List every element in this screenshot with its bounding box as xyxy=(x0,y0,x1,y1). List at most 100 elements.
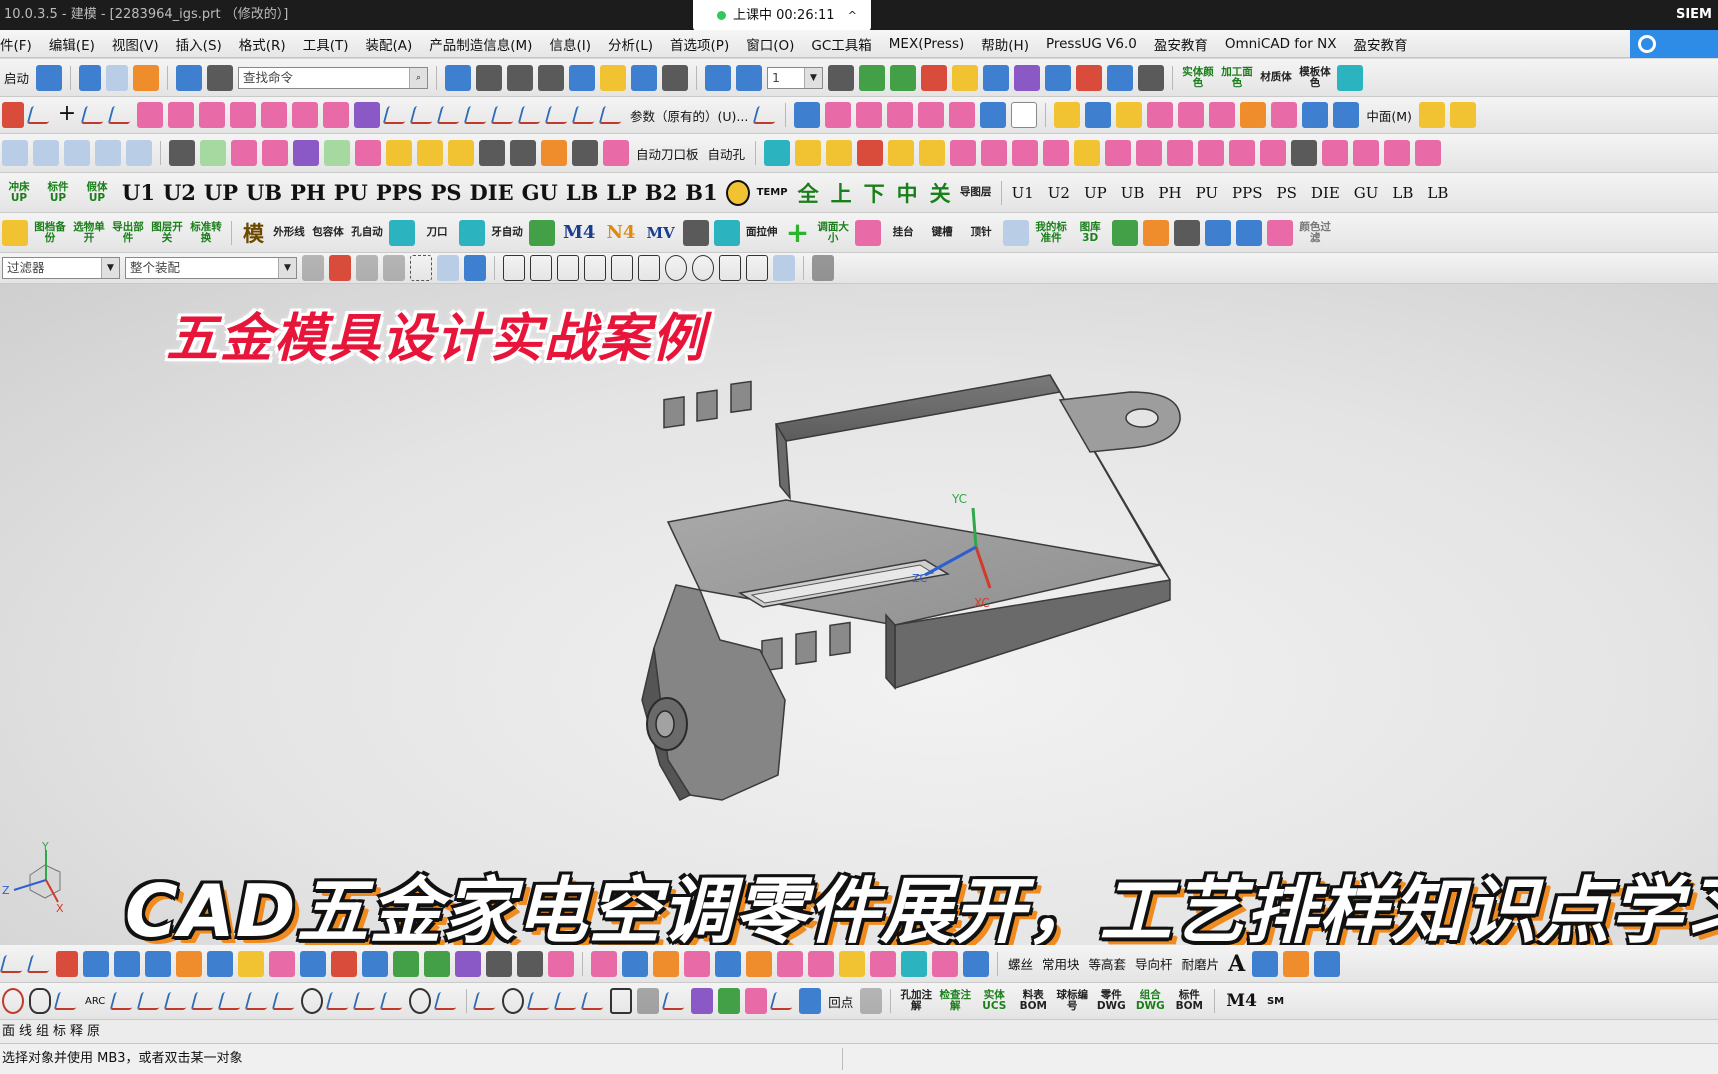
plate-button[interactable]: U2 xyxy=(160,180,199,205)
cube-view-icon[interactable] xyxy=(569,64,596,91)
update-icon[interactable] xyxy=(510,140,536,166)
snap-solid-icon[interactable] xyxy=(464,255,486,281)
shape-20-icon[interactable] xyxy=(684,950,710,977)
shape-4-icon[interactable] xyxy=(176,950,202,977)
corner-icon[interactable] xyxy=(109,992,137,1010)
angle-icon[interactable] xyxy=(190,992,218,1010)
key-slot-button[interactable]: 键槽 xyxy=(925,227,959,238)
angle-2-icon[interactable] xyxy=(244,992,272,1010)
extrude-icon[interactable] xyxy=(168,102,194,128)
backup-button[interactable]: 图档备份 xyxy=(33,221,67,244)
die-tool-5-icon[interactable] xyxy=(126,140,152,166)
map-layer-button[interactable]: 导图层 xyxy=(959,187,993,198)
green-curve-icon[interactable] xyxy=(718,988,741,1014)
sketch-icon[interactable] xyxy=(137,102,163,128)
plot-icon[interactable] xyxy=(538,64,565,91)
fit-view-icon[interactable] xyxy=(445,64,472,91)
chevron-up-icon[interactable]: ^ xyxy=(848,0,857,31)
book-open-icon[interactable] xyxy=(1003,219,1030,246)
sm-button[interactable]: SM xyxy=(1265,996,1286,1007)
navigator-bar[interactable]: 面线组标释原 xyxy=(0,1020,1718,1044)
cylinder-icon[interactable] xyxy=(1085,102,1112,128)
line-tool-1-icon[interactable] xyxy=(0,954,27,973)
start-menu[interactable]: 启动 xyxy=(2,68,31,87)
select-open-button[interactable]: 选物单开 xyxy=(72,221,106,244)
plate-button[interactable]: UP xyxy=(201,180,241,205)
trim-body-icon[interactable] xyxy=(323,102,349,128)
revolve-icon[interactable] xyxy=(199,102,225,128)
layer-toggle-button[interactable]: 全 xyxy=(795,178,822,208)
shape-23-icon[interactable] xyxy=(777,950,803,977)
window-icon[interactable] xyxy=(207,64,234,91)
step-icon[interactable] xyxy=(417,140,443,166)
point-on-curve-icon[interactable] xyxy=(553,992,581,1010)
circle-2-icon[interactable] xyxy=(409,988,432,1014)
plate-move-button[interactable]: PS xyxy=(1275,184,1299,202)
layer-toggle-button[interactable]: 关 xyxy=(927,178,954,208)
recording-indicator[interactable]: 上课中 00:26:11 ^ xyxy=(693,0,871,31)
snap-icon[interactable] xyxy=(983,64,1010,91)
arrow-select-2-icon[interactable] xyxy=(383,255,405,281)
shape-6-icon[interactable] xyxy=(238,950,264,977)
join-curve-icon[interactable] xyxy=(517,106,545,124)
save-icon[interactable] xyxy=(36,64,63,91)
curve-tool-icon[interactable] xyxy=(53,992,81,1010)
menu-item[interactable]: 视图(V) xyxy=(112,34,159,54)
csys-icon[interactable] xyxy=(890,64,917,91)
circle-center-icon[interactable] xyxy=(2,988,24,1014)
plate-a-icon[interactable] xyxy=(795,140,822,166)
red-block-icon[interactable] xyxy=(855,219,882,246)
menu-item[interactable]: 信息(I) xyxy=(549,34,591,54)
shape-19-icon[interactable] xyxy=(653,950,679,977)
plate-button[interactable]: UB xyxy=(243,180,285,205)
snap-point-icon[interactable] xyxy=(719,255,741,281)
redo-icon[interactable] xyxy=(106,64,129,91)
paint-icon[interactable] xyxy=(1205,219,1232,246)
shape-25-icon[interactable] xyxy=(839,950,865,977)
shape-13-icon[interactable] xyxy=(455,950,481,977)
hanger-icon[interactable] xyxy=(324,140,350,166)
press-up-button[interactable]: 冲床UP xyxy=(2,181,36,204)
plate-button[interactable]: PH xyxy=(287,180,329,205)
print-icon[interactable] xyxy=(507,64,534,91)
menu-item[interactable]: 装配(A) xyxy=(365,34,412,54)
shape-24-icon[interactable] xyxy=(808,950,834,977)
plate-p-icon[interactable] xyxy=(1260,140,1287,166)
arc-button[interactable]: ARC xyxy=(83,996,107,1007)
plate-move-button[interactable]: LB xyxy=(1425,184,1450,202)
plate-q-icon[interactable] xyxy=(1291,140,1318,166)
circle-icon[interactable] xyxy=(301,988,324,1014)
rotate-icon[interactable] xyxy=(705,64,732,91)
plate-move-button[interactable]: UP xyxy=(1082,184,1109,202)
globe-icon[interactable] xyxy=(1337,64,1364,91)
line-tool-2-icon[interactable] xyxy=(26,954,54,973)
plate-button[interactable]: DIE xyxy=(467,180,517,205)
chevron-down-icon[interactable]: ▼ xyxy=(101,258,119,278)
common-block-button[interactable]: 常用块 xyxy=(1040,954,1082,973)
shape-14-icon[interactable] xyxy=(486,950,512,977)
surface-icon[interactable] xyxy=(856,102,883,128)
frame-icon[interactable] xyxy=(610,988,633,1014)
plate-c-icon[interactable] xyxy=(857,140,884,166)
gear-icon[interactable] xyxy=(302,255,324,281)
axis-icon[interactable] xyxy=(661,992,689,1010)
library-3d-button[interactable]: 图库3D xyxy=(1073,221,1107,244)
menu-item[interactable]: OmniCAD for NX xyxy=(1225,36,1337,52)
parameter-menu[interactable]: 参数（原有的）(U)... xyxy=(628,106,750,125)
shape-29-icon[interactable] xyxy=(963,950,989,977)
plate-t-icon[interactable] xyxy=(1384,140,1411,166)
block-icon[interactable] xyxy=(1054,102,1081,128)
pencil-icon[interactable] xyxy=(176,64,203,91)
trim-curve-icon[interactable] xyxy=(382,106,410,124)
check-icon[interactable] xyxy=(271,992,299,1010)
probe-icon[interactable] xyxy=(1314,950,1341,977)
text-tool-icon[interactable]: A xyxy=(1226,951,1247,977)
height-sleeve-button[interactable]: 等高套 xyxy=(1087,954,1129,973)
face-icon[interactable] xyxy=(825,102,852,128)
chevron-down-icon[interactable]: ▼ xyxy=(804,67,823,88)
bottle-icon[interactable] xyxy=(1236,219,1263,246)
transform-icon[interactable] xyxy=(682,219,709,246)
bridge-curve-icon[interactable] xyxy=(490,106,518,124)
plate-e-icon[interactable] xyxy=(919,140,946,166)
chamfer-curve-icon[interactable] xyxy=(463,106,491,124)
